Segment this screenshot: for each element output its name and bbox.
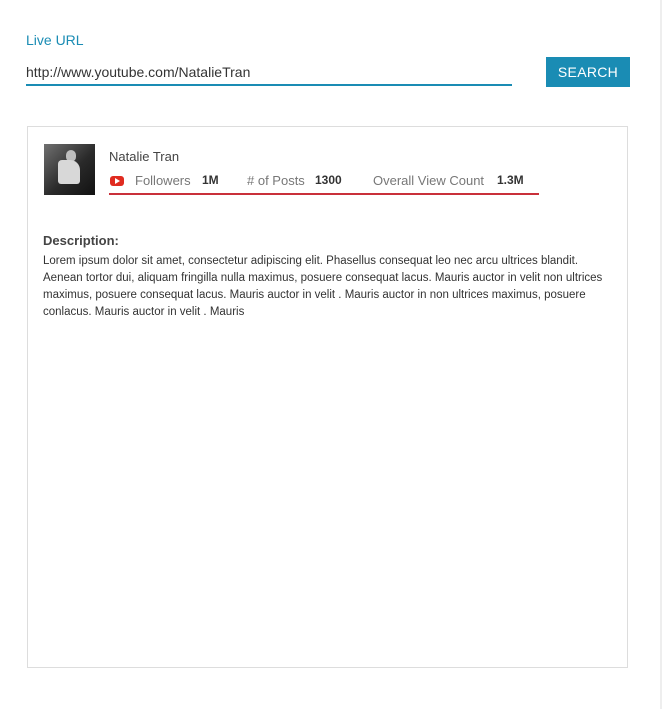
avatar (44, 144, 95, 195)
views-label: Overall View Count (373, 173, 485, 188)
description-heading: Description: (43, 233, 119, 248)
channel-name: Natalie Tran (109, 149, 180, 164)
posts-value: 1300 (315, 173, 342, 187)
url-input[interactable] (26, 60, 512, 86)
followers-value: 1M (202, 173, 219, 187)
search-button[interactable]: SEARCH (546, 57, 630, 87)
avatar-figure-body (58, 160, 80, 184)
youtube-icon (110, 176, 124, 186)
followers-label: Followers (135, 173, 191, 188)
url-label: Live URL (26, 32, 84, 48)
stats-row: Followers 1M # of Posts 1300 Overall Vie… (109, 171, 539, 195)
posts-label: # of Posts (247, 173, 305, 188)
profile-card: Natalie Tran Followers 1M # of Posts 130… (27, 126, 628, 668)
views-value: 1.3M (497, 173, 524, 187)
description-text: Lorem ipsum dolor sit amet, consectetur … (43, 255, 603, 318)
